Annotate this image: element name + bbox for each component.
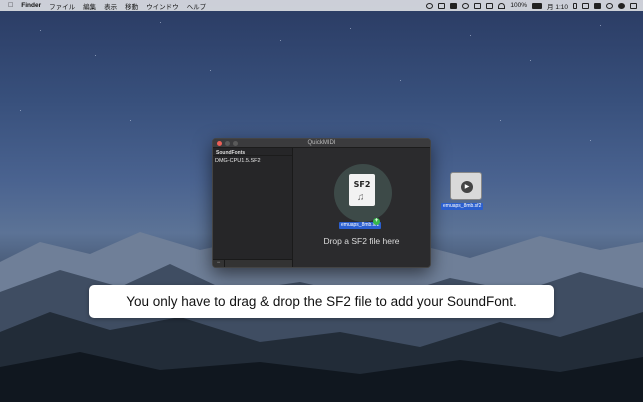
minimize-button[interactable]: [225, 141, 230, 146]
soundfonts-sidebar: SoundFonts DMG-CPU1.5.SF2 −: [213, 148, 293, 267]
drop-instruction: Drop a SF2 file here: [323, 236, 400, 246]
quickmidi-window: QuickMIDI SoundFonts DMG-CPU1.5.SF2 − SF…: [212, 138, 431, 268]
zoom-button[interactable]: [233, 141, 238, 146]
promo-caption: You only have to drag & drop the SF2 fil…: [89, 285, 554, 318]
spotlight-icon[interactable]: [606, 2, 613, 9]
menu-view[interactable]: 表示: [104, 1, 117, 11]
drop-zone[interactable]: SF2 ♫ emuaps_8mb.sf2 + Drop a SF2 file h…: [293, 148, 430, 267]
volume-icon[interactable]: [582, 2, 589, 9]
menu-bar:  Finder ファイル 編集 表示 移動 ウインドウ ヘルプ 100% 月 …: [0, 0, 643, 11]
menu-file[interactable]: ファイル: [49, 1, 75, 11]
menu-window[interactable]: ウインドウ: [146, 1, 179, 11]
sidebar-header: SoundFonts: [213, 148, 292, 156]
status-area: 100% 月 1:10: [426, 1, 643, 11]
sidebar-item-soundfont[interactable]: DMG-CPU1.5.SF2: [213, 156, 292, 166]
sidebar-footer: −: [213, 259, 292, 267]
sf2-file-tag: SF2: [353, 180, 371, 189]
record-icon[interactable]: [426, 2, 434, 9]
close-button[interactable]: [217, 141, 222, 146]
battery-percent[interactable]: 100%: [510, 2, 527, 9]
menu-help[interactable]: ヘルプ: [187, 1, 207, 11]
desktop-file-icon[interactable]: ▶: [450, 172, 482, 200]
window-icon[interactable]: [486, 2, 494, 9]
cloud-icon[interactable]: [462, 2, 470, 9]
add-badge-icon: +: [373, 218, 380, 225]
wifi-icon[interactable]: [498, 2, 506, 9]
battery-icon[interactable]: [532, 2, 543, 9]
menu-edit[interactable]: 編集: [83, 1, 96, 11]
user-icon[interactable]: [618, 2, 625, 9]
menu-go[interactable]: 移動: [125, 1, 138, 11]
menu-app-name[interactable]: Finder: [21, 2, 41, 9]
desktop-file-label[interactable]: emuaps_8mb.sf2: [441, 203, 484, 210]
window-titlebar[interactable]: QuickMIDI: [213, 139, 430, 148]
music-note-icon: ♫: [357, 192, 365, 203]
display-icon[interactable]: [474, 2, 482, 9]
apple-menu-icon[interactable]: : [8, 2, 13, 9]
notification-center-icon[interactable]: [630, 2, 637, 9]
sf2-file-icon: SF2 ♫: [349, 174, 375, 206]
bluetooth-icon[interactable]: [573, 2, 577, 9]
clock[interactable]: 月 1:10: [547, 1, 568, 11]
remove-soundfont-button[interactable]: −: [213, 260, 225, 267]
dropbox-icon[interactable]: [450, 2, 458, 9]
input-source-icon[interactable]: [594, 2, 601, 9]
window-title: QuickMIDI: [307, 140, 336, 146]
play-icon: ▶: [461, 181, 473, 193]
piano-icon[interactable]: [438, 2, 446, 9]
